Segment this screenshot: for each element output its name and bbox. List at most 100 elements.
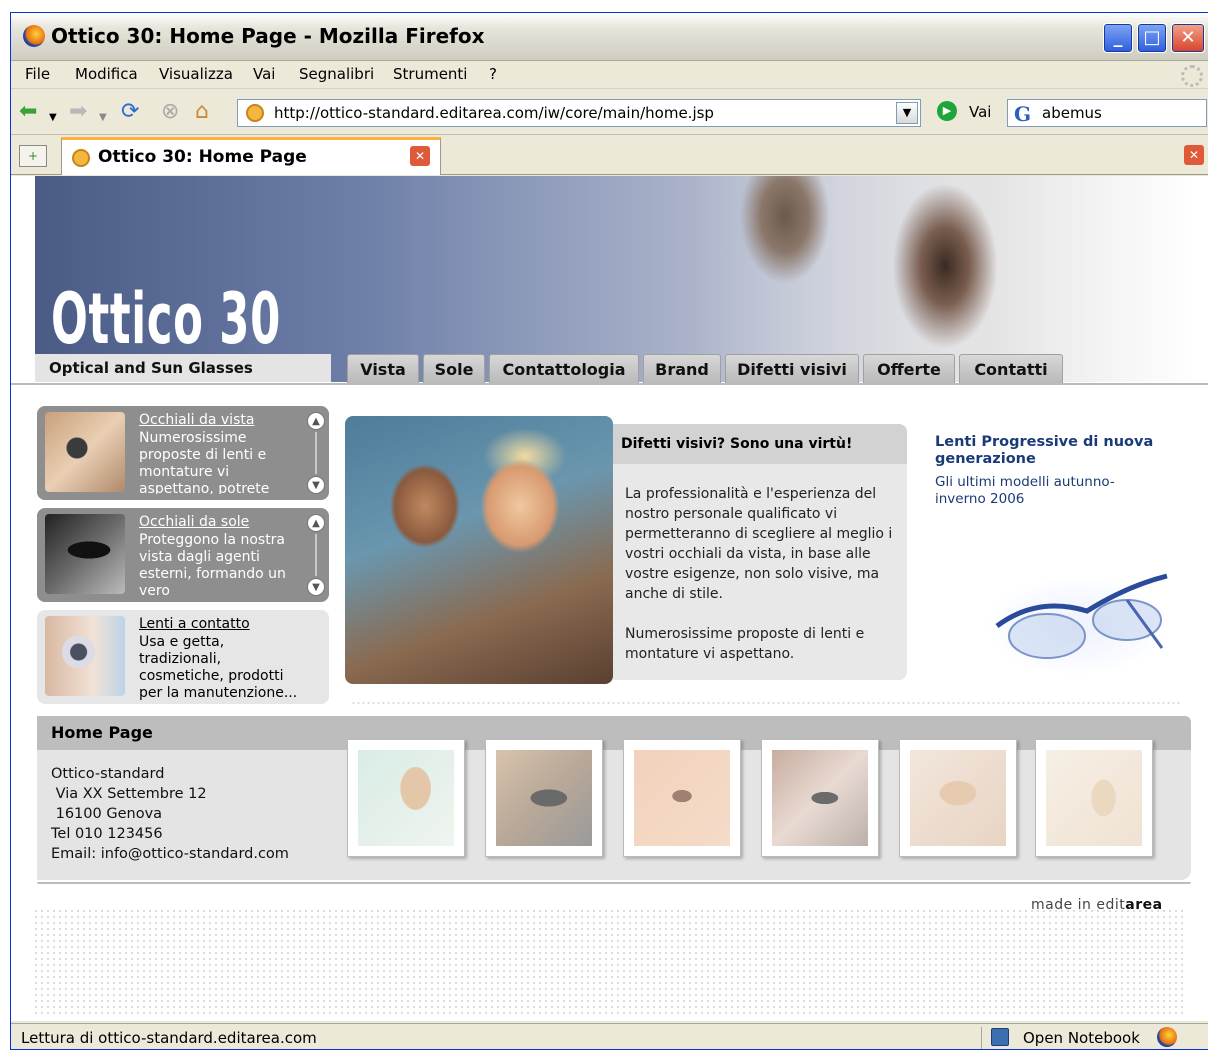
menu-vai[interactable]: Vai — [253, 65, 275, 83]
made-in-brand: area — [1125, 897, 1163, 913]
menu-help[interactable]: ? — [489, 65, 497, 83]
menu-visualizza[interactable]: Visualizza — [159, 65, 233, 83]
home-page-label[interactable]: Home Page — [51, 723, 153, 742]
nav-contattologia[interactable]: Contattologia — [489, 354, 639, 384]
firefox-icon — [23, 25, 45, 47]
promo-paragraph-1: La professionalità e l'esperienza del no… — [625, 486, 893, 602]
footer-divider — [37, 882, 1191, 884]
status-bar: Lettura di ottico-standard.editarea.com … — [11, 1023, 1208, 1049]
minimize-button[interactable]: _ — [1103, 23, 1133, 53]
menu-modifica[interactable]: Modifica — [75, 65, 138, 83]
tab-favicon-icon — [72, 149, 90, 167]
go-icon[interactable]: ▶ — [937, 101, 957, 121]
sidebar-item-desc: Proteggono la nostra vista dagli agenti … — [139, 532, 286, 596]
menu-file[interactable]: File — [25, 65, 50, 83]
url-bar[interactable]: ▼ — [237, 99, 921, 127]
search-input[interactable] — [1042, 103, 1202, 123]
open-notebook-button[interactable]: Open Notebook — [1023, 1029, 1140, 1047]
close-window-button[interactable]: ✕ — [1171, 23, 1205, 53]
tab-bar: + Ottico 30: Home Page ✕ ✕ — [11, 135, 1208, 175]
sidebar-item-title[interactable]: Occhiali da vista — [139, 412, 254, 428]
scroll-track[interactable] — [315, 432, 317, 474]
maximize-button[interactable]: □ — [1137, 23, 1167, 53]
site-logo[interactable]: Ottico 30 — [51, 278, 281, 360]
gallery-thumb[interactable] — [761, 739, 879, 857]
nav-vista[interactable]: Vista — [347, 354, 419, 384]
page-content: Ottico 30 Optical and Sun Glasses Vista … — [11, 176, 1208, 1021]
sidebar-item-title[interactable]: Occhiali da sole — [139, 514, 249, 530]
sidebar-item-vista[interactable]: Occhiali da vista Numerosissime proposte… — [37, 406, 329, 500]
reload-icon[interactable]: ⟳ — [121, 101, 139, 123]
sidebar-item-desc: Usa e getta, tradizionali, cosmetiche, p… — [139, 634, 298, 701]
nav-contatti[interactable]: Contatti — [959, 354, 1063, 384]
sidebar-item-sole[interactable]: Occhiali da sole Proteggono la nostra vi… — [37, 508, 329, 602]
search-box[interactable]: G — [1007, 99, 1207, 127]
stop-icon[interactable]: ⊗ — [161, 101, 179, 123]
promo-title: Difetti visivi? Sono una virtù! — [621, 436, 853, 452]
lenti-thumb-image — [45, 616, 125, 696]
close-tab-icon[interactable]: ✕ — [1184, 145, 1204, 165]
vista-thumb-image — [45, 412, 125, 492]
back-icon[interactable]: ⬅ — [19, 101, 37, 123]
promo-paragraph-2: Numerosissime proposte di lenti e montat… — [625, 626, 865, 662]
nav-difetti-visivi[interactable]: Difetti visivi — [725, 354, 859, 384]
gallery-thumb[interactable] — [347, 739, 465, 857]
site-favicon-icon — [246, 104, 264, 122]
dotted-background — [33, 908, 1183, 1016]
glasses-image — [977, 556, 1177, 680]
close-icon: ✕ — [1180, 27, 1196, 48]
gallery-image — [496, 750, 592, 846]
navigation-toolbar: ⬅ ▼ ➡ ▼ ⟳ ⊗ ⌂ ▼ ▶ Vai G — [11, 91, 1208, 135]
gallery-image — [634, 750, 730, 846]
gallery-thumb[interactable] — [899, 739, 1017, 857]
back-dropdown-icon[interactable]: ▼ — [49, 107, 57, 129]
menu-bar: File Modifica Visualizza Vai Segnalibri … — [11, 61, 1208, 89]
minimize-icon: _ — [1113, 27, 1123, 48]
couple-photo — [345, 416, 613, 684]
url-dropdown-button[interactable]: ▼ — [896, 102, 918, 124]
dotted-divider — [351, 702, 1181, 704]
header-models-image — [695, 176, 1191, 382]
gallery-thumb[interactable] — [623, 739, 741, 857]
status-text: Lettura di ottico-standard.editarea.com — [21, 1029, 317, 1047]
scroll-up-icon[interactable]: ▲ — [307, 514, 325, 532]
menu-segnalibri[interactable]: Segnalibri — [299, 65, 374, 83]
home-icon[interactable]: ⌂ — [195, 101, 209, 123]
progressive-lenses-title[interactable]: Lenti Progressive di nuova generazione — [935, 434, 1155, 468]
header-divider — [11, 383, 1208, 385]
browser-window: Ottico 30: Home Page - Mozilla Firefox _… — [10, 12, 1208, 1050]
scroll-track[interactable] — [315, 534, 317, 576]
title-bar: Ottico 30: Home Page - Mozilla Firefox _… — [11, 13, 1208, 61]
made-in-editarea[interactable]: made in editarea — [1031, 897, 1163, 913]
notebook-icon[interactable] — [991, 1028, 1009, 1046]
go-label[interactable]: Vai — [969, 103, 991, 121]
glasses-drawing — [995, 573, 1168, 659]
gallery-thumb[interactable] — [485, 739, 603, 857]
nav-sole[interactable]: Sole — [423, 354, 485, 384]
forward-icon[interactable]: ➡ — [69, 101, 87, 123]
gallery-image — [1046, 750, 1142, 846]
menu-strumenti[interactable]: Strumenti — [393, 65, 467, 83]
url-input[interactable] — [274, 103, 874, 123]
maximize-icon: □ — [1143, 27, 1161, 48]
sidebar-item-lenti[interactable]: Lenti a contatto Usa e getta, tradiziona… — [37, 610, 329, 704]
google-icon[interactable]: G — [1014, 102, 1031, 126]
firefox-status-icon[interactable] — [1157, 1027, 1177, 1047]
gallery-image — [910, 750, 1006, 846]
scroll-up-icon[interactable]: ▲ — [307, 412, 325, 430]
address-text: Ottico-standard Via XX Settembre 12 1610… — [51, 766, 289, 862]
scroll-down-icon[interactable]: ▼ — [307, 578, 325, 596]
scroll-down-icon[interactable]: ▼ — [307, 476, 325, 494]
gallery-thumb[interactable] — [1035, 739, 1153, 857]
tab-home-page[interactable]: Ottico 30: Home Page ✕ — [61, 137, 441, 175]
forward-dropdown-icon[interactable]: ▼ — [99, 107, 107, 129]
nav-brand[interactable]: Brand — [643, 354, 721, 384]
new-tab-button[interactable]: + — [19, 145, 47, 167]
site-tagline: Optical and Sun Glasses — [49, 359, 253, 377]
progressive-lenses-subtitle: Gli ultimi modelli autunno-inverno 2006 — [935, 474, 1115, 507]
tab-close-icon[interactable]: ✕ — [410, 146, 430, 166]
sidebar-item-title[interactable]: Lenti a contatto — [139, 616, 250, 632]
tab-label: Ottico 30: Home Page — [98, 147, 307, 167]
nav-offerte[interactable]: Offerte — [863, 354, 955, 384]
throbber-icon — [1181, 65, 1203, 87]
